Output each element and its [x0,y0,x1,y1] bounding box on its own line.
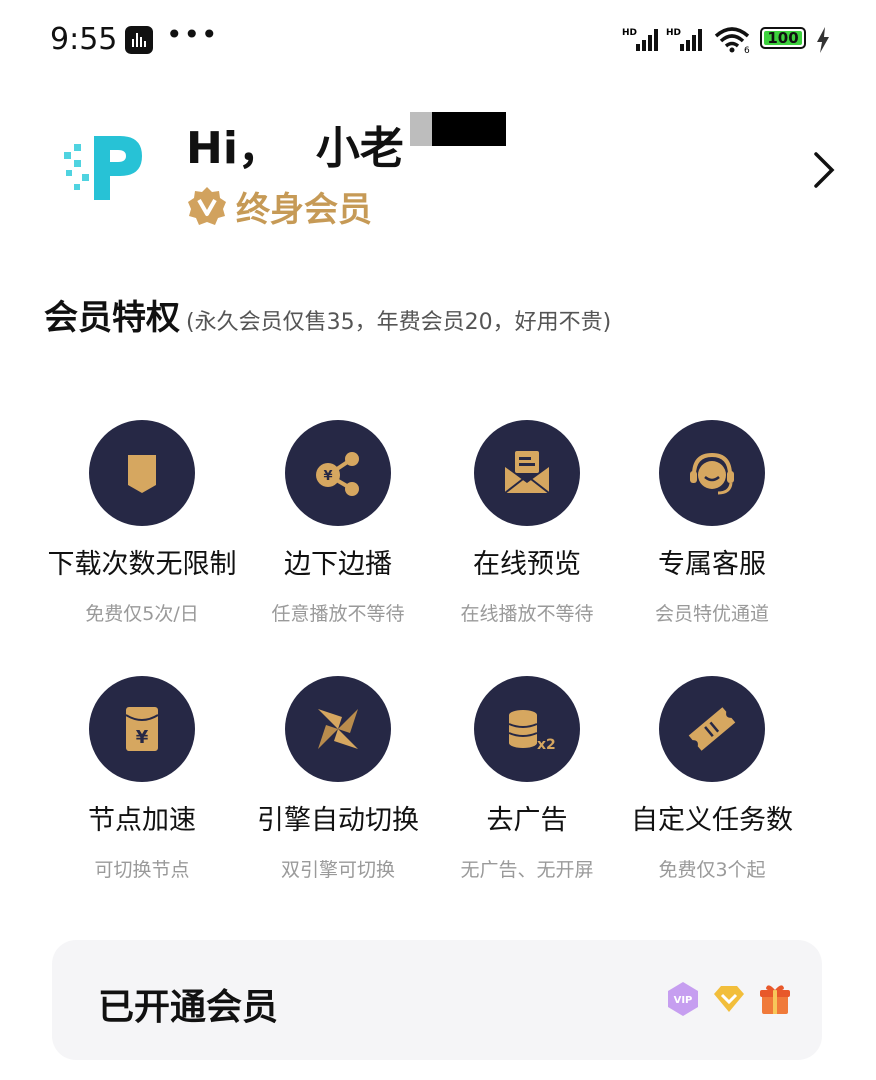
gold-diamond-icon [714,986,744,1012]
svg-text:6: 6 [744,46,750,54]
mail-preview-icon [504,451,550,494]
headset-icon [690,452,734,495]
name-redaction [432,112,506,146]
vip-badge-icon: VIP [668,982,698,1016]
wifi-icon: 6 [714,27,750,54]
privilege-item[interactable]: ¥ 边下边播 任意播放不等待 [238,420,438,626]
vip-status-card[interactable]: 已开通会员 VIP [52,940,822,1060]
app-logo-icon [64,136,142,200]
svg-text:¥: ¥ [136,727,149,748]
privileges-grid: 下载次数无限制 免费仅5次/日 ¥ 边下边播 任意播放不等待 在线预览 在线播放… [44,420,834,926]
vip-v-icon [188,187,226,225]
privileges-title: 会员特权 (永久会员仅售35，年费会员20，好用不贵) [44,298,612,338]
gift-icon [760,985,790,1014]
status-bar: 9:55 ••• HD HD 6 100 [0,0,876,80]
share-yuan-icon: ¥ [316,452,359,496]
pinwheel-icon [318,709,358,749]
signal-icon: HD [666,28,702,51]
svg-text:HD: HD [666,28,681,38]
signal-icon: HD [622,28,658,51]
charging-icon [817,27,829,53]
privileges-subtitle: (永久会员仅售35，年费会员20，好用不贵) [186,310,612,335]
chevron-right-icon[interactable] [808,150,838,190]
more-notifications-icon: ••• [166,18,219,51]
vip-badges: VIP [664,980,794,1018]
profile-header[interactable]: Hi， 小老 终身会员 [0,100,876,250]
privilege-item[interactable]: 下载次数无限制 免费仅5次/日 [42,420,242,626]
svg-text:¥: ¥ [323,469,332,484]
privilege-item[interactable]: ¥ 节点加速 可切换节点 [42,676,242,882]
pocket-icon [128,455,156,493]
privilege-item[interactable]: 在线预览 在线播放不等待 [427,420,627,626]
status-time: 9:55 [50,22,118,57]
vip-card-title: 已开通会员 [98,987,279,1028]
svg-text:x2: x2 [537,737,556,753]
privilege-item[interactable]: x2 去广告 无广告、无开屏 [427,676,627,882]
name-redaction [410,112,432,146]
yuan-envelope-icon: ¥ [125,707,159,751]
svg-text:VIP: VIP [674,995,693,1006]
ticket-icon [688,707,736,751]
svg-text:HD: HD [622,28,637,38]
membership-label: 终身会员 [236,189,372,230]
greeting-text: Hi， 小老 [186,123,404,174]
privilege-item[interactable]: 自定义任务数 免费仅3个起 [612,676,812,882]
battery-level: 100 [764,31,802,46]
membership-badge: 终身会员 [186,184,372,230]
privilege-item[interactable]: 专属客服 会员特优通道 [612,420,812,626]
coins-x2-icon: x2 [508,710,556,753]
battery-icon: 100 [760,27,806,49]
privilege-item[interactable]: 引擎自动切换 双引擎可切换 [238,676,438,882]
sound-app-icon [125,26,153,54]
